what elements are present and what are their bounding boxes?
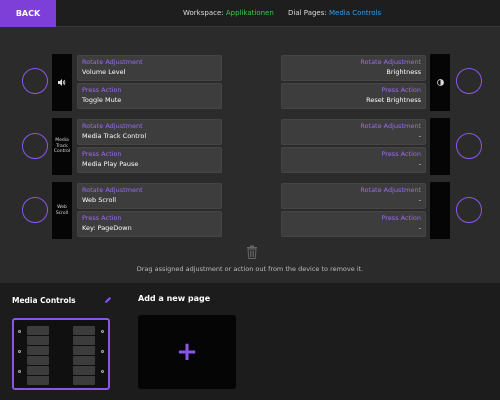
thumb-slot — [27, 366, 49, 375]
thumb-slot — [73, 326, 95, 335]
rotate-adjustment-slot-left-2[interactable]: Rotate Adjustment Media Track Control — [77, 119, 222, 145]
press-action-slot-left-3[interactable]: Press Action Key: PageDown — [77, 211, 222, 237]
press-action-value: Key: PageDown — [82, 224, 132, 232]
thumb-slot — [27, 376, 49, 385]
rotate-adjustment-value: - — [418, 196, 421, 204]
rotate-adjustment-label: Rotate Adjustment — [82, 186, 143, 194]
dial-pages-label: Dial Pages: — [288, 9, 327, 17]
thumb-dial — [18, 330, 21, 333]
dial-strip-left-2[interactable]: Media Track Control — [52, 118, 72, 175]
press-action-slot-right-1[interactable]: Press Action Reset Brightness — [281, 83, 426, 109]
thumb-slot — [73, 376, 95, 385]
rotate-adjustment-slot-right-1[interactable]: Rotate Adjustment Brightness — [281, 55, 426, 81]
dial-strip-left-3[interactable]: Web Scroll — [52, 182, 72, 239]
press-action-value: - — [418, 160, 421, 168]
current-page-name: Media Controls — [12, 296, 76, 305]
press-action-slot-right-2[interactable]: Press Action - — [281, 147, 426, 173]
page-thumbnail-media-controls[interactable] — [12, 318, 110, 390]
brightness-icon — [436, 79, 444, 86]
rotate-adjustment-label: Rotate Adjustment — [360, 58, 421, 66]
rotate-adjustment-label: Rotate Adjustment — [82, 58, 143, 66]
thumb-dial — [101, 330, 104, 333]
dial-knob-left-3[interactable] — [22, 197, 48, 223]
press-action-value: Reset Brightness — [366, 96, 421, 104]
add-page-label: Add a new page — [138, 294, 211, 303]
speaker-icon — [58, 79, 66, 86]
add-page-button[interactable]: + — [138, 315, 236, 389]
press-action-value: - — [418, 224, 421, 232]
remove-hint: Drag assigned adjustment or action out f… — [136, 265, 364, 273]
dial-strip-right-1[interactable] — [430, 54, 450, 111]
rotate-adjustment-label: Rotate Adjustment — [360, 186, 421, 194]
rotate-adjustment-slot-left-3[interactable]: Rotate Adjustment Web Scroll — [77, 183, 222, 209]
thumb-slot — [73, 346, 95, 355]
thumb-slot — [27, 346, 49, 355]
dial-knob-right-3[interactable] — [456, 197, 482, 223]
rotate-adjustment-value: Web Scroll — [82, 196, 117, 204]
press-action-label: Press Action — [381, 150, 421, 158]
rotate-adjustment-value: Brightness — [386, 68, 421, 76]
pencil-icon[interactable] — [104, 296, 112, 304]
back-button[interactable]: BACK — [0, 0, 56, 27]
dial-strip-left-1[interactable] — [52, 54, 72, 111]
rotate-adjustment-value: Media Track Control — [82, 132, 147, 140]
thumb-slot — [73, 336, 95, 345]
dial-strip-right-3[interactable] — [430, 182, 450, 239]
rotate-adjustment-label: Rotate Adjustment — [82, 122, 143, 130]
rotate-adjustment-value: Volume Level — [82, 68, 126, 76]
press-action-label: Press Action — [381, 214, 421, 222]
thumb-slot — [27, 356, 49, 365]
press-action-value: Media Play Pause — [82, 160, 139, 168]
press-action-slot-left-1[interactable]: Press Action Toggle Mute — [77, 83, 222, 109]
trash-icon[interactable] — [246, 245, 258, 259]
thumb-slot — [73, 366, 95, 375]
press-action-label: Press Action — [82, 214, 122, 222]
dial-knob-right-2[interactable] — [456, 133, 482, 159]
plus-icon: + — [176, 337, 198, 367]
dial-pages-indicator[interactable]: Dial Pages: Media Controls — [288, 9, 381, 17]
workspace-label: Workspace: — [183, 9, 224, 17]
rotate-adjustment-slot-right-3[interactable]: Rotate Adjustment - — [281, 183, 426, 209]
dial-strip-label: Web Scroll — [55, 205, 69, 216]
thumb-dial — [101, 370, 104, 373]
dial-knob-right-1[interactable] — [456, 68, 482, 94]
press-action-slot-right-3[interactable]: Press Action - — [281, 211, 426, 237]
rotate-adjustment-slot-right-2[interactable]: Rotate Adjustment - — [281, 119, 426, 145]
rotate-adjustment-slot-left-1[interactable]: Rotate Adjustment Volume Level — [77, 55, 222, 81]
press-action-value: Toggle Mute — [82, 96, 122, 104]
thumb-slot — [73, 356, 95, 365]
rotate-adjustment-label: Rotate Adjustment — [360, 122, 421, 130]
workspace-value[interactable]: Applikationen — [226, 9, 274, 17]
press-action-label: Press Action — [82, 150, 122, 158]
dial-strip-label: Media Track Control — [53, 138, 71, 155]
thumb-dial — [18, 350, 21, 353]
rotate-adjustment-value: - — [418, 132, 421, 140]
top-bar: BACK Workspace: Applikationen Dial Pages… — [0, 0, 500, 27]
dial-knob-left-2[interactable] — [22, 133, 48, 159]
workspace-indicator[interactable]: Workspace: Applikationen — [183, 9, 274, 17]
thumb-dial — [18, 370, 21, 373]
thumb-dial — [101, 350, 104, 353]
thumb-slot — [27, 336, 49, 345]
dial-pages-value[interactable]: Media Controls — [329, 9, 381, 17]
press-action-slot-left-2[interactable]: Press Action Media Play Pause — [77, 147, 222, 173]
press-action-label: Press Action — [82, 86, 122, 94]
dial-strip-right-2[interactable] — [430, 118, 450, 175]
dial-knob-left-1[interactable] — [22, 68, 48, 94]
thumb-slot — [27, 326, 49, 335]
press-action-label: Press Action — [381, 86, 421, 94]
